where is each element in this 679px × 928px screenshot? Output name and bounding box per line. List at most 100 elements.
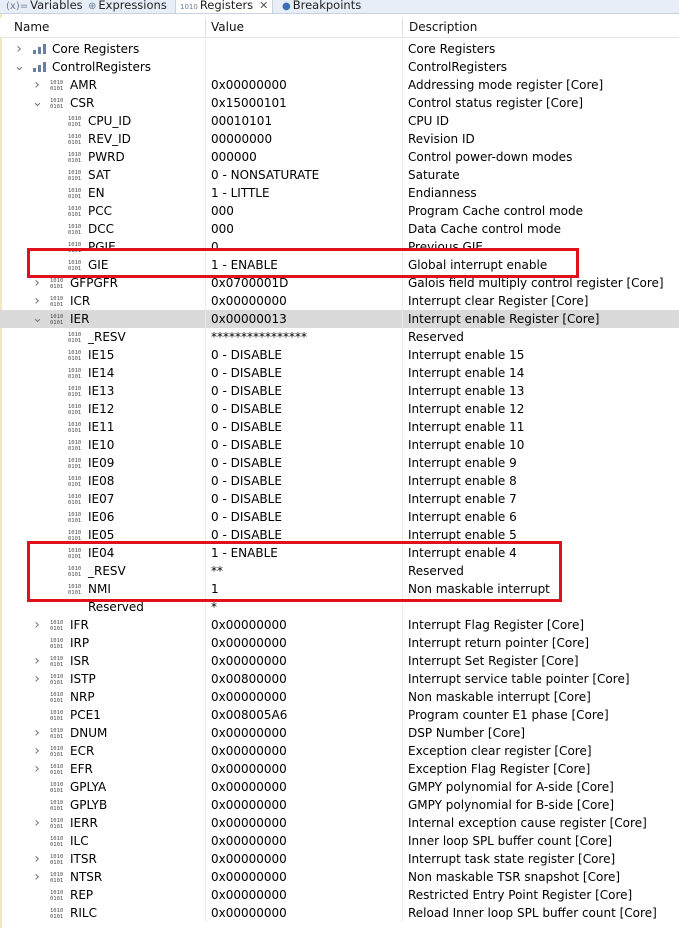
register-value[interactable]: ****************: [211, 328, 401, 346]
register-value[interactable]: 0x00000000: [211, 76, 401, 94]
table-row[interactable]: 1010 0101 _RESV **************** Reserved: [0, 328, 679, 346]
table-row[interactable]: 1010 0101 DCC 000 Data Cache control mode: [0, 220, 679, 238]
chevron-right-icon[interactable]: ›: [32, 670, 42, 688]
chevron-right-icon[interactable]: ›: [32, 814, 42, 832]
table-row[interactable]: ⌄ 1010 0101 IER 0x00000013 Interrupt enable R…: [0, 310, 679, 328]
register-value[interactable]: 1 - LITTLE: [211, 184, 401, 202]
table-row[interactable]: 1010 0101 GPLYB 0x00000000 GMPY polynomial f…: [0, 796, 679, 814]
chevron-right-icon[interactable]: ›: [32, 742, 42, 760]
table-row[interactable]: 1010 0101 PWRD 000000 Control power-down mod…: [0, 148, 679, 166]
table-row[interactable]: 1010 0101 REP 0x00000000 Restricted Entry Po…: [0, 886, 679, 904]
table-row[interactable]: › 1010 0101 ISTP 0x00800000 Interrupt service…: [0, 670, 679, 688]
register-value[interactable]: 0 - DISABLE: [211, 526, 401, 544]
register-value[interactable]: 00010101: [211, 112, 401, 130]
register-value[interactable]: 0 - NONSATURATE: [211, 166, 401, 184]
register-value[interactable]: 1 - ENABLE: [211, 256, 401, 274]
register-value[interactable]: [211, 58, 401, 76]
register-value[interactable]: 0x00000000: [211, 616, 401, 634]
chevron-down-icon[interactable]: ⌄: [32, 94, 43, 112]
register-value[interactable]: 0x00000013: [211, 310, 401, 328]
table-row[interactable]: 1010 0101 REV_ID 00000000 Revision ID: [0, 130, 679, 148]
register-value[interactable]: 0 - DISABLE: [211, 454, 401, 472]
column-divider[interactable]: [205, 18, 206, 37]
register-value[interactable]: 0 - DISABLE: [211, 400, 401, 418]
table-row[interactable]: 1010 0101 IE08 0 - DISABLE Interrupt enable …: [0, 472, 679, 490]
register-value[interactable]: 0x00000000: [211, 292, 401, 310]
chevron-down-icon[interactable]: ⌄: [32, 310, 43, 328]
register-value[interactable]: 0x00000000: [211, 688, 401, 706]
table-row[interactable]: › 1010 0101 EFR 0x00000000 Exception Flag Reg…: [0, 760, 679, 778]
table-row[interactable]: 1010 0101 NRP 0x00000000 Non maskable interr…: [0, 688, 679, 706]
table-row[interactable]: Reserved *: [0, 598, 679, 616]
register-value[interactable]: [211, 40, 401, 58]
table-row[interactable]: › 1010 0101 ICR 0x00000000 Interrupt clear Re…: [0, 292, 679, 310]
table-row[interactable]: 1010 0101 ILC 0x00000000 Inner loop SPL buff…: [0, 832, 679, 850]
chevron-right-icon[interactable]: ›: [32, 616, 42, 634]
table-row[interactable]: 1010 0101 IE13 0 - DISABLE Interrupt enable …: [0, 382, 679, 400]
register-value[interactable]: 0 - DISABLE: [211, 364, 401, 382]
register-value[interactable]: 0x00000000: [211, 886, 401, 904]
chevron-right-icon[interactable]: ›: [32, 274, 42, 292]
chevron-right-icon[interactable]: ›: [32, 868, 42, 886]
tab-breakpoints[interactable]: ● Breakpoints: [282, 0, 361, 13]
table-row[interactable]: 1010 0101 PGIE 0 Previous GIE: [0, 238, 679, 256]
register-value[interactable]: 0x00000000: [211, 832, 401, 850]
tab-variables[interactable]: (x)= Variables: [6, 0, 83, 13]
register-value[interactable]: 0: [211, 238, 401, 256]
register-value[interactable]: 0x008005A6: [211, 706, 401, 724]
table-row[interactable]: 1010 0101 IE04 1 - ENABLE Interrupt enable 4: [0, 544, 679, 562]
table-row[interactable]: › 1010 0101 IERR 0x00000000 Internal exceptio…: [0, 814, 679, 832]
register-value[interactable]: 000: [211, 202, 401, 220]
register-value[interactable]: 0x00000000: [211, 850, 401, 868]
table-row[interactable]: › 1010 0101 NTSR 0x00000000 Non maskable TSR …: [0, 868, 679, 886]
register-value[interactable]: 0 - DISABLE: [211, 490, 401, 508]
table-row[interactable]: 1010 0101 _RESV ** Reserved: [0, 562, 679, 580]
register-value[interactable]: 0x00000000: [211, 868, 401, 886]
table-row[interactable]: 1010 0101 NMI 1 Non maskable interrupt: [0, 580, 679, 598]
chevron-right-icon[interactable]: ›: [32, 724, 42, 742]
register-value[interactable]: 0x00000000: [211, 760, 401, 778]
table-row[interactable]: › 1010 0101 GFPGFR 0x0700001D Galois field mu…: [0, 274, 679, 292]
chevron-right-icon[interactable]: ›: [32, 76, 42, 94]
chevron-down-icon[interactable]: ⌄: [14, 58, 25, 76]
table-row[interactable]: 1010 0101 GPLYA 0x00000000 GMPY polynomial f…: [0, 778, 679, 796]
table-row[interactable]: 1010 0101 IE15 0 - DISABLE Interrupt enable …: [0, 346, 679, 364]
register-value[interactable]: *: [211, 598, 401, 616]
register-value[interactable]: 00000000: [211, 130, 401, 148]
column-header-value[interactable]: Value: [211, 18, 244, 37]
register-value[interactable]: 0x00000000: [211, 652, 401, 670]
chevron-right-icon[interactable]: ›: [14, 40, 24, 58]
register-value[interactable]: 1: [211, 580, 401, 598]
tab-expressions[interactable]: ⊕ Expressions: [88, 0, 167, 13]
table-row[interactable]: ⌄ 1010 0101 CSR 0x15000101 Control status reg…: [0, 94, 679, 112]
table-row[interactable]: 1010 0101 IE09 0 - DISABLE Interrupt enable …: [0, 454, 679, 472]
register-value[interactable]: 0 - DISABLE: [211, 472, 401, 490]
column-header-name[interactable]: Name: [14, 18, 49, 37]
register-value[interactable]: 0x00000000: [211, 796, 401, 814]
register-value[interactable]: 0x00000000: [211, 742, 401, 760]
register-value[interactable]: 0x0700001D: [211, 274, 401, 292]
table-row[interactable]: › 1010 0101 ITSR 0x00000000 Interrupt task st…: [0, 850, 679, 868]
table-row[interactable]: 1010 0101 CPU_ID 00010101 CPU ID: [0, 112, 679, 130]
chevron-right-icon[interactable]: ›: [32, 850, 42, 868]
table-row[interactable]: 1010 0101 IE05 0 - DISABLE Interrupt enable …: [0, 526, 679, 544]
table-row[interactable]: › 1010 0101 DNUM 0x00000000 DSP Number [Core]: [0, 724, 679, 742]
register-value[interactable]: 0 - DISABLE: [211, 382, 401, 400]
table-row[interactable]: › 1010 0101 AMR 0x00000000 Addressing mode re…: [0, 76, 679, 94]
table-row[interactable]: 1010 0101 IE06 0 - DISABLE Interrupt enable …: [0, 508, 679, 526]
register-value[interactable]: 0x00000000: [211, 814, 401, 832]
chevron-right-icon[interactable]: ›: [32, 652, 42, 670]
table-row[interactable]: › 1010 0101 ECR 0x00000000 Exception clear re…: [0, 742, 679, 760]
register-value[interactable]: **: [211, 562, 401, 580]
table-row[interactable]: 1010 0101 RILC 0x00000000 Reload Inner loop …: [0, 904, 679, 922]
tab-registers[interactable]: 1010 Registers ✕: [175, 0, 274, 13]
register-value[interactable]: 0 - DISABLE: [211, 436, 401, 454]
register-value[interactable]: 0x00000000: [211, 634, 401, 652]
table-row[interactable]: 1010 0101 IRP 0x00000000 Interrupt return po…: [0, 634, 679, 652]
register-value[interactable]: 0x00000000: [211, 778, 401, 796]
table-row[interactable]: 1010 0101 GIE 1 - ENABLE Global interrupt en…: [0, 256, 679, 274]
table-row[interactable]: 1010 0101 IE07 0 - DISABLE Interrupt enable …: [0, 490, 679, 508]
table-row[interactable]: › ​ Core Registers Core Registers: [0, 40, 679, 58]
table-row[interactable]: 1010 0101 IE12 0 - DISABLE Interrupt enable …: [0, 400, 679, 418]
table-row[interactable]: 1010 0101 IE14 0 - DISABLE Interrupt enable …: [0, 364, 679, 382]
